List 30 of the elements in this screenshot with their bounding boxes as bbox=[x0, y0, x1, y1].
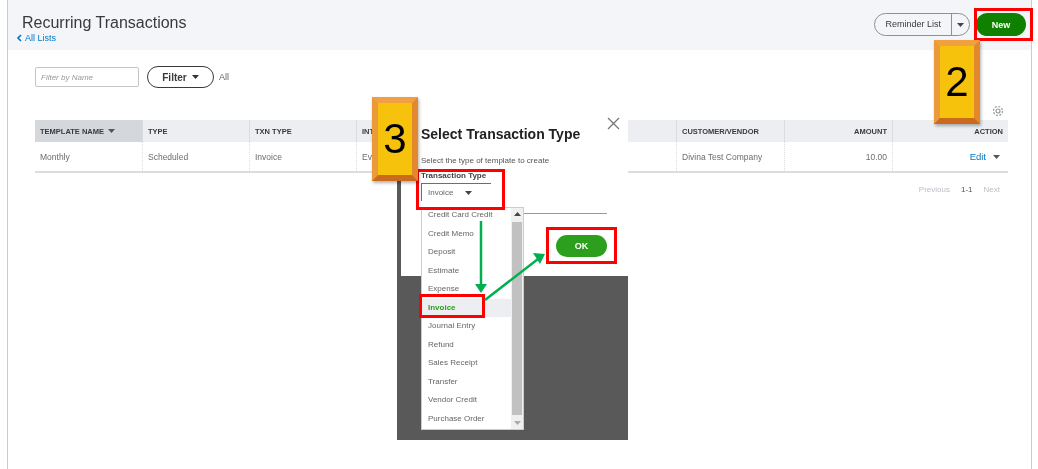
table-cell: Monthly bbox=[35, 142, 143, 171]
dropdown-option[interactable]: Transfer bbox=[422, 372, 511, 391]
new-button[interactable]: New bbox=[976, 13, 1026, 36]
edit-link[interactable]: Edit bbox=[969, 151, 986, 162]
dropdown-option[interactable]: Credit Card Credit bbox=[422, 206, 511, 225]
table-cell: Scheduled bbox=[143, 142, 250, 171]
field-label: Transaction Type bbox=[421, 171, 488, 180]
back-link[interactable]: All Lists bbox=[16, 33, 187, 43]
dropdown-option[interactable]: Estimate bbox=[422, 261, 511, 280]
page-title: Recurring Transactions bbox=[22, 13, 187, 33]
dialog-title: Select Transaction Type bbox=[421, 126, 582, 142]
table-cell: Divina Test Company bbox=[677, 142, 785, 171]
dropdown-option[interactable]: Refund bbox=[422, 335, 511, 354]
transaction-type-dropdown[interactable]: Invoice bbox=[421, 183, 491, 201]
dropdown-option[interactable]: Sales Receipt bbox=[422, 354, 511, 373]
filter-scope: All bbox=[219, 72, 229, 82]
dropdown-option[interactable]: Journal Entry bbox=[422, 317, 511, 336]
dropdown-option[interactable]: Vendor Credit bbox=[422, 391, 511, 410]
dialog-description: Select the type of template to create bbox=[421, 156, 551, 165]
dropdown-option[interactable]: Credit Memo bbox=[422, 224, 511, 243]
filter-button[interactable]: Filter bbox=[147, 66, 214, 88]
step-badge: 3 bbox=[372, 97, 418, 181]
table-cell: 10.00 bbox=[785, 142, 893, 171]
filter-field[interactable]: Filter by Name bbox=[35, 67, 139, 87]
step-badge: 2 bbox=[934, 40, 980, 124]
table-cell: Invoice bbox=[250, 142, 357, 171]
page-range: 1-1 bbox=[961, 185, 973, 194]
dropdown-option[interactable]: Purchase Order bbox=[422, 409, 511, 428]
ok-button[interactable]: OK bbox=[556, 235, 607, 257]
dropdown-option[interactable]: Deposit bbox=[422, 243, 511, 262]
